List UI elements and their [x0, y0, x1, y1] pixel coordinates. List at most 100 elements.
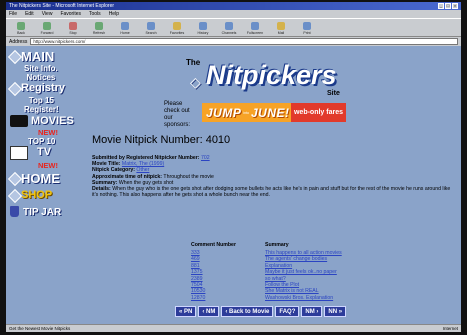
next-movie-button[interactable]: NM › [301, 306, 323, 317]
nav-site-info[interactable]: Site Info. Notices [24, 64, 58, 82]
nav-main[interactable]: MAIN [7, 49, 54, 65]
menu-view[interactable]: View [42, 11, 53, 17]
logo-site: Site [327, 90, 340, 97]
search-icon [147, 22, 155, 30]
time-label: Approximate time of nitpick: [92, 173, 163, 180]
search-button[interactable]: Search [139, 22, 163, 35]
tip-jar-icon [10, 206, 19, 217]
mail-label: Mail [277, 31, 285, 35]
details-value: When the guy who is the one gets shot af… [92, 186, 451, 199]
address-bar: Address http://www.nitpickers.com/ [6, 37, 461, 46]
back-label: Back [17, 31, 25, 35]
faq-button[interactable]: FAQ? [275, 306, 300, 317]
back-icon [17, 22, 25, 30]
address-input[interactable]: http://www.nitpickers.com/ [30, 38, 458, 45]
new-badge: NEW! [38, 161, 58, 170]
nav-shop[interactable]: SHOP [7, 188, 53, 204]
nav-movies[interactable]: MOVIES [10, 115, 74, 128]
nav-registry-label: Registry [21, 82, 66, 94]
print-button[interactable]: Print [295, 22, 319, 35]
diamond-logo-icon: ◇ [190, 74, 201, 90]
sponsor-banner[interactable]: JUMP into JUNE! web-only fares [202, 103, 346, 122]
mail-icon [277, 22, 285, 30]
nav-top15-label: Top 15 [28, 96, 54, 105]
nav-tipjar[interactable]: TIP JAR [10, 206, 61, 219]
favorites-button[interactable]: Favorites [165, 22, 189, 35]
close-button[interactable]: × [452, 3, 458, 9]
menu-help[interactable]: Help [109, 11, 119, 17]
movie-title-link[interactable]: Matrix, The (1999) [122, 161, 164, 167]
nav-notices-label: Notices [26, 73, 56, 82]
favorites-icon [173, 22, 181, 30]
comment-summary-link[interactable]: Washowski Bros. Explanation [265, 295, 333, 301]
movie-camera-icon [10, 115, 28, 127]
prev-nitpick-button[interactable]: « PN [175, 306, 197, 317]
channels-label: Channels [221, 31, 237, 35]
nitpick-details: Submitted by Registered Nitpicker Number… [92, 155, 454, 198]
minimize-button[interactable]: _ [438, 3, 444, 9]
forward-icon [43, 22, 51, 30]
bottom-nav: « PN ‹ NM ‹ Back to Movie FAQ? NM › NN » [175, 306, 347, 317]
mail-button[interactable]: Mail [269, 22, 293, 35]
sponsor-line: our [164, 115, 173, 121]
channels-icon [225, 22, 233, 30]
toolbar: Back Forward Stop Refresh Home Search Fa… [6, 18, 461, 37]
main-content: The ◇ Nitpickers Site Please check out o… [88, 46, 461, 324]
menu-favorites[interactable]: Favorites [60, 11, 81, 17]
category-link[interactable]: Other [136, 167, 149, 173]
fullscreen-label: Fullscreen [246, 31, 264, 35]
table-row: 12870 Washowski Bros. Explanation [191, 295, 342, 301]
banner-june: JUNE! [251, 105, 290, 120]
col-header-number: Comment Number [191, 242, 236, 248]
nav-home[interactable]: HOME [7, 171, 60, 187]
logo-the: The [186, 58, 201, 67]
nav-top10[interactable]: TOP 10 [28, 137, 55, 146]
nav-tv-label: TV [37, 146, 52, 158]
menu-edit[interactable]: Edit [25, 11, 34, 17]
favorites-label: Favorites [169, 31, 185, 35]
fullscreen-icon [251, 22, 259, 30]
window-title: The Nitpickers Site - Microsoft Internet… [9, 3, 115, 9]
security-zone: Internet [442, 326, 458, 331]
print-icon [303, 22, 311, 30]
nav-top15[interactable]: Top 15 Register! [24, 96, 59, 114]
nav-shop-label: SHOP [21, 189, 53, 201]
forward-button[interactable]: Forward [35, 22, 59, 35]
refresh-icon [95, 22, 103, 30]
home-icon [121, 22, 129, 30]
back-to-movie-button[interactable]: ‹ Back to Movie [221, 306, 274, 317]
summary-label: Summary: [92, 179, 118, 186]
refresh-button[interactable]: Refresh [87, 22, 111, 35]
next-nitpick-button[interactable]: NN » [324, 306, 347, 317]
fullscreen-button[interactable]: Fullscreen [243, 22, 267, 35]
tv-icon [10, 146, 28, 160]
forward-label: Forward [40, 31, 54, 35]
browser-window: The Nitpickers Site - Microsoft Internet… [6, 2, 461, 332]
submitter-link[interactable]: 702 [201, 155, 210, 161]
prev-movie-button[interactable]: ‹ NM [198, 306, 220, 317]
back-button[interactable]: Back [9, 22, 33, 35]
menu-file[interactable]: File [9, 11, 17, 17]
history-label: History [197, 31, 209, 35]
history-button[interactable]: History [191, 22, 215, 35]
history-icon [199, 22, 207, 30]
channels-button[interactable]: Channels [217, 22, 241, 35]
nav-site-info-label: Site Info. [24, 64, 58, 73]
page-viewport: MAIN Site Info. Notices Registry Top 15 … [6, 46, 461, 324]
maximize-button[interactable]: □ [445, 3, 451, 9]
search-label: Search [145, 31, 157, 35]
comment-number-link[interactable]: 12870 [191, 295, 265, 301]
home-button[interactable]: Home [113, 22, 137, 35]
nav-registry[interactable]: Registry [7, 81, 66, 97]
status-text: Get the Newest Movie Nitpicks [9, 326, 71, 331]
home-label: Home [120, 31, 130, 35]
banner-jump: JUMP [206, 105, 242, 120]
nav-top10-label: TOP 10 [28, 137, 56, 146]
sponsor-line: sponsors: [164, 122, 191, 128]
title-bar: The Nitpickers Site - Microsoft Internet… [6, 2, 461, 10]
status-bar: Get the Newest Movie Nitpicks Internet [6, 324, 461, 332]
col-header-summary: Summary [265, 242, 289, 248]
stop-button[interactable]: Stop [61, 22, 85, 35]
menu-tools[interactable]: Tools [89, 11, 101, 17]
nav-tv[interactable]: TV [10, 146, 51, 160]
